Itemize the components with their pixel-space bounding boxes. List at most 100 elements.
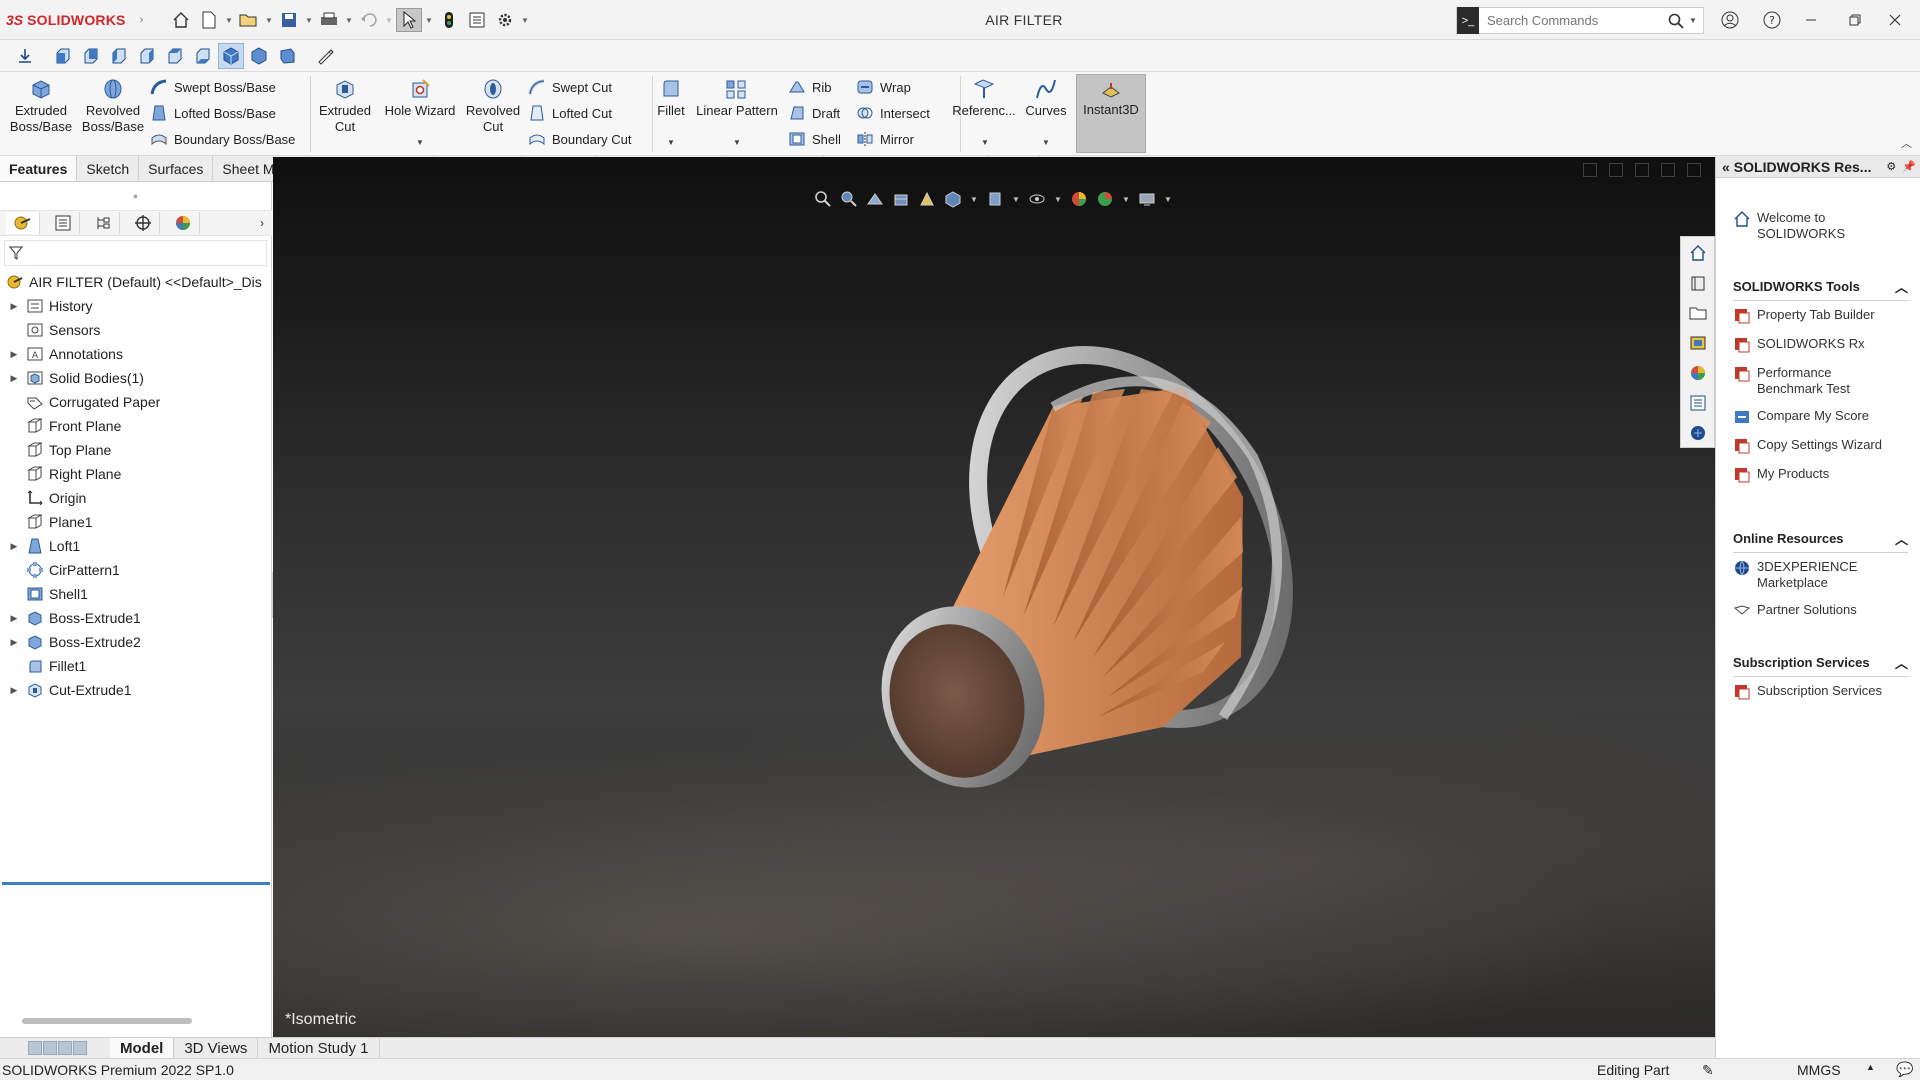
tree-item-right-plane[interactable]: Right Plane: [0, 462, 272, 486]
tree-item-loft1[interactable]: ▶ Loft1: [0, 534, 272, 558]
fillet-dropdown-icon[interactable]: ▼: [667, 138, 675, 147]
section-header[interactable]: Subscription Services ︿: [1733, 652, 1908, 672]
close-icon[interactable]: [1877, 6, 1913, 34]
hide-show-items-icon[interactable]: [1027, 189, 1047, 209]
extruded-boss-button[interactable]: Extruded Boss/Base: [8, 76, 74, 135]
top-view-icon[interactable]: [162, 43, 188, 69]
bottom-tab-motion-study-1[interactable]: Motion Study 1: [258, 1038, 380, 1058]
front-view-icon[interactable]: [50, 43, 76, 69]
edit-appearance-icon[interactable]: [1069, 189, 1089, 209]
tab-surfaces[interactable]: Surfaces: [139, 156, 214, 181]
next-tab-icon[interactable]: [58, 1041, 72, 1055]
welcome-link[interactable]: Welcome to SOLIDWORKS: [1733, 210, 1908, 242]
pin-icon[interactable]: 📌: [1902, 160, 1916, 173]
comment-icon[interactable]: 💬: [1896, 1061, 1913, 1078]
mirror-button[interactable]: Mirror: [856, 128, 914, 150]
boundary-boss-button[interactable]: Boundary Boss/Base: [150, 128, 295, 150]
tree-item-solid-bodies-1[interactable]: ▶ Solid Bodies(1): [0, 366, 272, 390]
collapse-pane-icon[interactable]: «: [1722, 159, 1730, 175]
property-manager-tab-icon[interactable]: [46, 212, 80, 234]
hide-show-dropdown-icon[interactable]: ▼: [1053, 189, 1063, 209]
dimetric-view-icon[interactable]: [274, 43, 300, 69]
unit-system[interactable]: MMGS: [1797, 1062, 1841, 1078]
tree-item-boss-extrude1[interactable]: ▶ Boss-Extrude1: [0, 606, 272, 630]
view-selector-icon[interactable]: [312, 43, 338, 69]
link-copy-settings-wizard[interactable]: Copy Settings Wizard: [1733, 437, 1908, 455]
tree-item-plane1[interactable]: Plane1: [0, 510, 272, 534]
tree-item-front-plane[interactable]: Front Plane: [0, 414, 272, 438]
tree-filter[interactable]: [4, 240, 267, 266]
previous-view-icon[interactable]: [865, 189, 885, 209]
collapse-section-icon[interactable]: ︿: [1895, 277, 1908, 296]
extruded-cut-button[interactable]: Extruded Cut: [314, 76, 376, 135]
help-icon[interactable]: ?: [1754, 6, 1790, 34]
search-input[interactable]: [1479, 8, 1663, 33]
viewport-maximize-icon[interactable]: [1661, 163, 1675, 177]
tree-item-shell1[interactable]: Shell1: [0, 582, 272, 606]
tab-features[interactable]: Features: [0, 156, 78, 181]
view-orientation-dropdown-icon[interactable]: ▼: [969, 189, 979, 209]
viewport-split-icon[interactable]: [1609, 163, 1623, 177]
shell-button[interactable]: Shell: [788, 128, 841, 150]
lofted-cut-button[interactable]: Lofted Cut: [528, 102, 612, 124]
swept-boss-button[interactable]: Swept Boss/Base: [150, 76, 276, 98]
rib-button[interactable]: Rib: [788, 76, 832, 98]
expand-arrow-icon[interactable]: ▶: [8, 541, 20, 552]
prev-tab-icon[interactable]: [43, 1041, 57, 1055]
viewport-tile-icon[interactable]: [1583, 163, 1597, 177]
draft-button[interactable]: Draft: [788, 102, 840, 124]
link-performance-benchmark-test[interactable]: Performance Benchmark Test: [1733, 365, 1908, 397]
solidworks-resources-tab-icon[interactable]: [1686, 241, 1710, 265]
bottom-tab-3d-views[interactable]: 3D Views: [174, 1038, 259, 1058]
linear-pattern-dropdown-icon[interactable]: ▼: [733, 138, 741, 147]
custom-properties-tab-icon[interactable]: [1686, 391, 1710, 415]
more-tabs-icon[interactable]: ›: [260, 216, 264, 230]
revolved-boss-button[interactable]: Revolved Boss/Base: [80, 76, 146, 135]
viewport-close-icon[interactable]: [1687, 163, 1701, 177]
isometric-view-icon[interactable]: [218, 42, 244, 69]
zoom-to-fit-icon[interactable]: [813, 189, 833, 209]
right-view-icon[interactable]: [134, 43, 160, 69]
dimxpert-manager-tab-icon[interactable]: [126, 212, 160, 234]
display-manager-tab-icon[interactable]: [166, 212, 200, 234]
boundary-cut-button[interactable]: Boundary Cut: [528, 128, 632, 150]
section-view-icon[interactable]: [891, 189, 911, 209]
tree-item-annotations[interactable]: ▶ A Annotations: [0, 342, 272, 366]
tree-item-boss-extrude2[interactable]: ▶ Boss-Extrude2: [0, 630, 272, 654]
curves-dropdown-icon[interactable]: ▼: [1042, 138, 1050, 147]
expand-arrow-icon[interactable]: ▶: [8, 373, 20, 384]
first-tab-icon[interactable]: [28, 1041, 42, 1055]
link-property-tab-builder[interactable]: Property Tab Builder: [1733, 307, 1908, 325]
collapse-section-icon[interactable]: ︿: [1895, 653, 1908, 672]
view-palette-tab-icon[interactable]: [1686, 331, 1710, 355]
tree-item-cirpattern1[interactable]: CirPattern1: [0, 558, 272, 582]
trimetric-view-icon[interactable]: [246, 43, 272, 69]
link-compare-my-score[interactable]: Compare My Score: [1733, 408, 1908, 426]
tree-item-history[interactable]: ▶ History: [0, 294, 272, 318]
expand-arrow-icon[interactable]: ▶: [8, 685, 20, 696]
view-orientation-icon[interactable]: [943, 189, 963, 209]
feature-manager-tab-icon[interactable]: [6, 212, 40, 234]
swept-cut-button[interactable]: Swept Cut: [528, 76, 612, 98]
configuration-manager-tab-icon[interactable]: [86, 212, 120, 234]
appearances-tab-icon[interactable]: [1686, 361, 1710, 385]
link-my-products[interactable]: My Products: [1733, 466, 1908, 484]
link-subscription-services[interactable]: Subscription Services: [1733, 683, 1908, 701]
search-icon[interactable]: [1663, 13, 1689, 29]
tree-item-cut-extrude1[interactable]: ▶ Cut-Extrude1: [0, 678, 272, 702]
minimize-icon[interactable]: [1793, 6, 1829, 34]
apply-scene-icon[interactable]: [1095, 189, 1115, 209]
linear-pattern-button[interactable]: Linear Pattern: [692, 76, 782, 119]
hole-wizard-dropdown-icon[interactable]: ▼: [416, 138, 424, 147]
rollback-bar[interactable]: [2, 882, 270, 885]
expand-arrow-icon[interactable]: ▶: [8, 301, 20, 312]
dynamic-annotation-icon[interactable]: [917, 189, 937, 209]
tab-sketch[interactable]: Sketch: [77, 156, 140, 181]
reference-dropdown-icon[interactable]: ▼: [981, 138, 989, 147]
display-style-dropdown-icon[interactable]: ▼: [1011, 189, 1021, 209]
graphics-area[interactable]: ▼ ▼ ▼ ▼ ▼ *Isometric: [273, 157, 1715, 1037]
curves-button[interactable]: Curves: [1020, 76, 1072, 119]
left-view-icon[interactable]: [106, 43, 132, 69]
user-account-icon[interactable]: [1712, 6, 1748, 34]
collapse-ribbon-icon[interactable]: ︿: [1901, 135, 1912, 151]
